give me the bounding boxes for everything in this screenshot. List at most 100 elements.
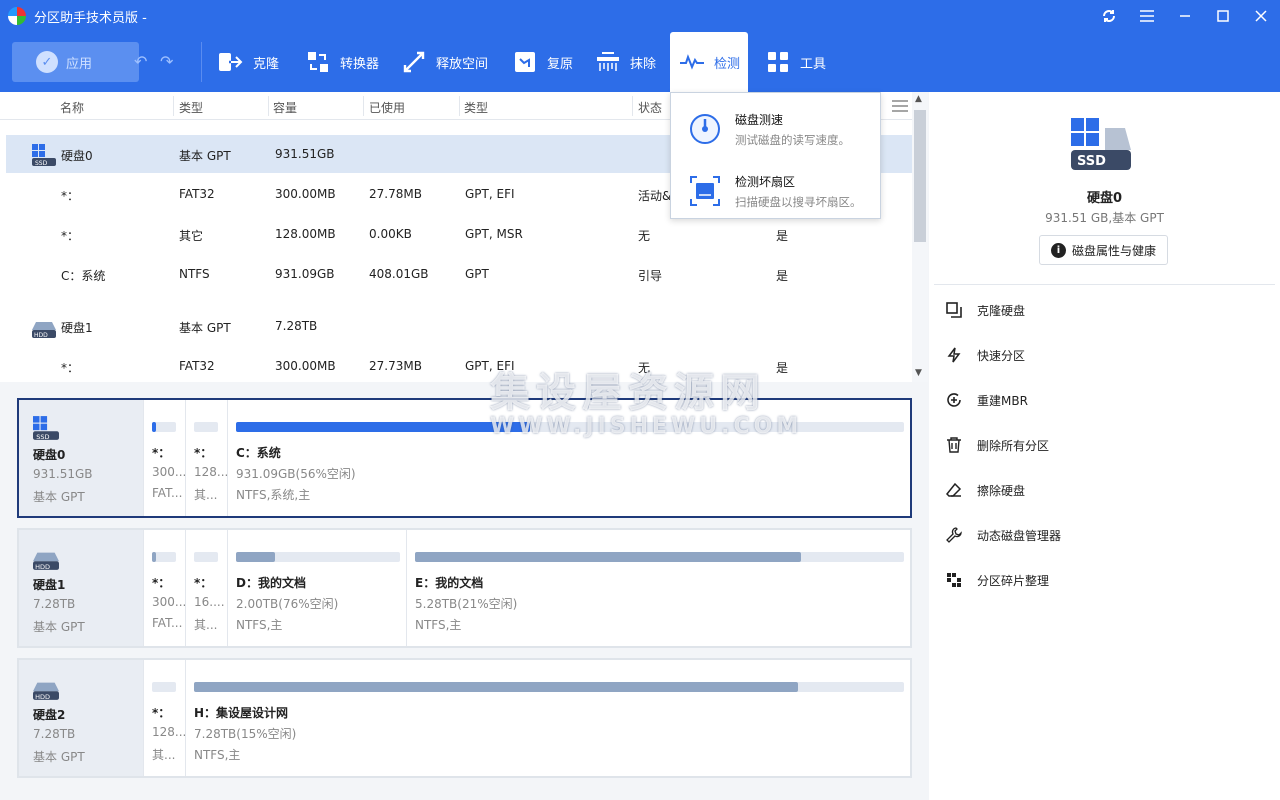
svg-text:HDD: HDD <box>35 563 50 570</box>
partition-block[interactable]: E：我的文档 5.28TB(21%空闲) NTFS,主 <box>406 530 910 646</box>
window-controls <box>1090 0 1280 32</box>
scrollbar-thumb[interactable] <box>914 110 926 242</box>
tool-restore[interactable]: 复原 <box>513 32 573 92</box>
cell-name: *： <box>61 229 80 243</box>
selected-disk-name: 硬盘0 <box>1086 191 1123 206</box>
disk-properties-button[interactable]: i 磁盘属性与健康 <box>1039 235 1168 265</box>
columns-icon[interactable] <box>892 100 908 112</box>
menu-button[interactable] <box>1128 0 1166 32</box>
partition-block[interactable]: *： 300... FAT... <box>143 530 185 646</box>
partition-usage-bar <box>152 422 176 432</box>
op-dynamic-disk-manager[interactable]: 动态磁盘管理器 <box>945 523 1061 547</box>
partition-block[interactable]: *： 300... FAT... <box>143 400 185 516</box>
undo-icon[interactable]: ↶ <box>134 52 147 71</box>
clone-disk-icon <box>945 301 963 319</box>
menu-item-disk-speed-test[interactable]: 磁盘测速 测试磁盘的读写速度。 <box>671 99 880 155</box>
speedometer-icon <box>690 114 720 144</box>
partition-fs: NTFS,主 <box>236 618 283 632</box>
tool-wipe[interactable]: 抹除 <box>596 32 656 92</box>
tool-label: 复原 <box>547 56 574 72</box>
check-icon: ✓ <box>36 51 58 73</box>
partition-usage-fill <box>236 552 276 562</box>
disk-type: 基本 GPT <box>33 620 85 634</box>
cell-capacity: 300.00MB <box>275 359 336 373</box>
partition-block[interactable]: H：集设屋设计网 7.28TB(15%空闲) NTFS,主 <box>185 660 910 776</box>
op-clone-disk[interactable]: 克隆硬盘 <box>945 298 1025 322</box>
tool-label: 转换器 <box>340 56 380 72</box>
col-capacity[interactable]: 容量 <box>273 99 297 116</box>
disk-map-1[interactable]: HDD 硬盘1 7.28TB 基本 GPT *： 300... FAT... *… <box>17 528 912 648</box>
cell-partition-type: GPT <box>465 267 489 281</box>
col-type[interactable]: 类型 <box>179 99 203 116</box>
cell-type: 基本 GPT <box>179 321 231 335</box>
tool-detect[interactable]: 检测 <box>670 32 748 92</box>
cell-type: NTFS <box>179 267 210 281</box>
partition-info: 300... <box>152 465 185 479</box>
tool-label: 工具 <box>800 56 827 72</box>
apply-label: 应用 <box>66 56 93 72</box>
table-row[interactable]: HDD 硬盘1 基本 GPT 7.28TB <box>6 307 912 345</box>
refresh-button[interactable] <box>1090 0 1128 32</box>
minimize-button[interactable] <box>1166 0 1204 32</box>
op-label: 快速分区 <box>977 348 1026 363</box>
op-delete-all-partitions[interactable]: 删除所有分区 <box>945 433 1049 457</box>
cell-capacity: 931.09GB <box>275 267 335 281</box>
redo-icon[interactable]: ↷ <box>160 52 173 71</box>
partition-block[interactable]: *： 128... 其... <box>143 660 185 776</box>
op-defrag[interactable]: 分区碎片整理 <box>945 568 1049 592</box>
partition-info: 300... <box>152 595 185 609</box>
tool-free-space[interactable]: 释放空间 <box>402 32 488 92</box>
apply-button[interactable]: ✓ 应用 <box>12 42 139 82</box>
partition-fs: 其... <box>152 748 176 762</box>
toolbar-divider <box>201 42 202 82</box>
partition-usage-bar <box>194 422 218 432</box>
minimize-icon <box>1180 15 1190 17</box>
disk-summary: HDD 硬盘2 7.28TB 基本 GPT <box>19 660 143 776</box>
partition-name: *： <box>194 576 213 590</box>
svg-text:SSD: SSD <box>35 160 48 166</box>
cell-type: 其它 <box>179 229 204 243</box>
op-label: 动态磁盘管理器 <box>977 528 1062 543</box>
tool-clone[interactable]: 克隆 <box>219 32 279 92</box>
scroll-up-icon[interactable]: ▲ <box>915 94 922 104</box>
op-quick-partition[interactable]: 快速分区 <box>945 343 1025 367</box>
col-name[interactable]: 名称 <box>60 99 84 116</box>
partition-block[interactable]: D：我的文档 2.00TB(76%空闲) NTFS,主 <box>227 530 406 646</box>
tool-tools[interactable]: 工具 <box>766 32 826 92</box>
op-wipe-disk[interactable]: 擦除硬盘 <box>945 478 1025 502</box>
partition-block[interactable]: *： 128... 其... <box>185 400 227 516</box>
panel-divider <box>934 284 1275 285</box>
partition-fs: FAT... <box>152 616 183 630</box>
table-row[interactable]: *： 其它 128.00MB 0.00KB GPT, MSR 无 是 <box>6 215 912 253</box>
cell-status: 活动& <box>638 189 672 203</box>
col-used[interactable]: 已使用 <box>369 99 405 116</box>
tool-converter[interactable]: 转换器 <box>306 32 379 92</box>
partition-usage-fill <box>152 552 156 562</box>
cell-capacity: 931.51GB <box>275 147 335 161</box>
op-rebuild-mbr[interactable]: 重建MBR <box>945 388 1028 412</box>
tool-label: 克隆 <box>253 56 280 72</box>
col-status[interactable]: 状态 <box>638 99 662 116</box>
partition-usage-bar <box>415 552 904 562</box>
partition-name: *： <box>194 446 213 460</box>
close-button[interactable] <box>1242 0 1280 32</box>
table-row[interactable]: C：系统 NTFS 931.09GB 408.01GB GPT 引导 是 <box>6 255 912 293</box>
disk-map-2[interactable]: HDD 硬盘2 7.28TB 基本 GPT *： 128... 其... H：集… <box>17 658 912 778</box>
rebuild-mbr-icon <box>945 391 963 409</box>
cell-flag: 是 <box>776 229 789 243</box>
detect-dropdown-menu: 磁盘测速 测试磁盘的读写速度。 检测坏扇区 扫描硬盘以搜寻坏扇区。 <box>670 92 881 219</box>
menu-item-title: 检测坏扇区 <box>735 175 796 189</box>
watermark-title: 集设屋资源网 <box>490 370 766 416</box>
table-scrollbar[interactable]: ▲ ▼ <box>912 92 928 382</box>
menu-item-bad-sector-check[interactable]: 检测坏扇区 扫描硬盘以搜寻坏扇区。 <box>671 161 880 217</box>
partition-info: 128... <box>152 725 185 739</box>
disk-name: 硬盘0 <box>33 448 66 462</box>
defrag-icon <box>945 571 963 589</box>
partition-info: 5.28TB(21%空闲) <box>415 597 518 611</box>
maximize-button[interactable] <box>1204 0 1242 32</box>
watermark: 集设屋资源网 WWW.JISHEWU.COM <box>490 360 802 439</box>
scroll-down-icon[interactable]: ▼ <box>915 368 922 378</box>
bad-sector-icon <box>690 176 720 206</box>
col-partition-type[interactable]: 类型 <box>464 99 488 116</box>
partition-block[interactable]: *： 16.... 其... <box>185 530 227 646</box>
